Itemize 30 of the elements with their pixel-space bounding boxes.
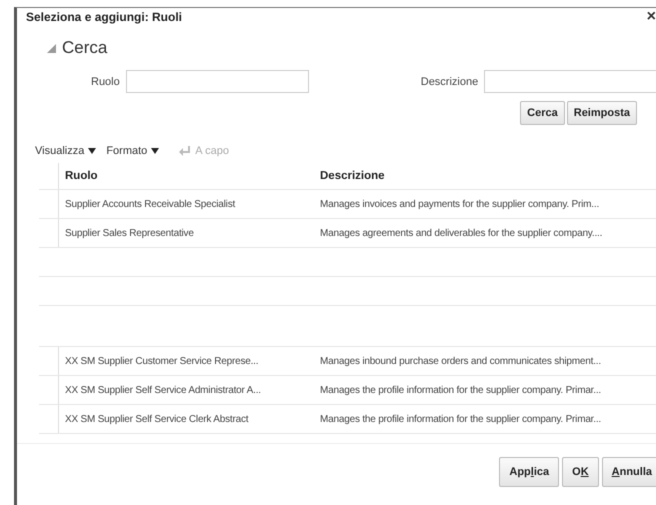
column-header: Ruolo [64, 170, 99, 182]
caret-icon [88, 148, 96, 154]
search-section-toggle[interactable]: Cerca [47, 38, 108, 58]
table-cell-text: Manages the profile information for the supplier company. Primar... [319, 414, 602, 424]
search-field[interactable] [126, 70, 309, 93]
column-header: Descrizione [319, 170, 386, 182]
field-label: Descrizione [420, 76, 478, 88]
menu-button[interactable]: Visualizza [35, 145, 96, 157]
reset-button[interactable]: Reimposta [566, 101, 637, 125]
return-icon [179, 146, 192, 156]
dialog-title: Seleziona e aggiungi: Ruoli [26, 10, 182, 24]
close-button[interactable]: × [646, 8, 656, 26]
menu-button[interactable]: Formato [106, 145, 160, 157]
ok-button[interactable]: OK [562, 457, 599, 487]
table-cell-text: Manages inbound purchase orders and communicates shipment... [319, 356, 602, 366]
table-cell-text: Supplier Sales Representative [64, 228, 195, 238]
triangle-icon [47, 44, 56, 52]
table-cell-text: Supplier Accounts Receivable Specialist [64, 198, 236, 210]
field-label: Ruolo [91, 76, 120, 88]
caret-icon [151, 148, 160, 154]
table-cell-text: Manages the profile information for the supplier company. Primar... [319, 384, 602, 396]
search-button[interactable]: Cerca [520, 101, 565, 125]
table-cell-text: XX SM Supplier Self Service Clerk Abstract [64, 414, 250, 424]
cancel-button[interactable]: Annulla [602, 457, 656, 487]
apply-button[interactable]: Applica [499, 457, 560, 487]
table-cell-text: Manages agreements and deliverables for the supplier company.... [319, 228, 604, 238]
table-cell-text: Manages invoices and payments for the supplier company. Prim... [319, 198, 600, 210]
table-cell-text: XX SM Supplier Customer Service Represe... [64, 356, 260, 366]
search-field[interactable] [484, 70, 656, 93]
table-cell-text: XX SM Supplier Self Service Administrator A... [64, 384, 262, 396]
